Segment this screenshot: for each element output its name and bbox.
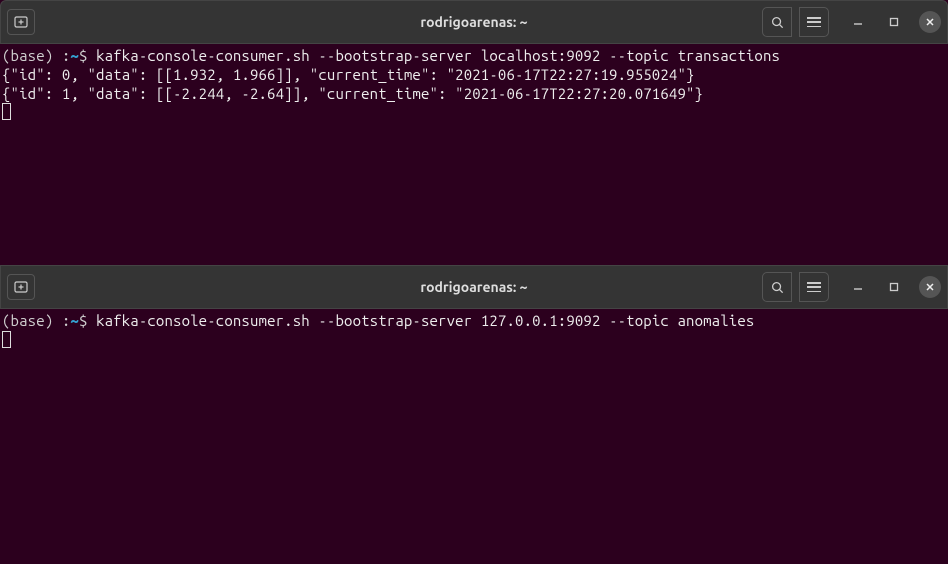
command-text: kafka-console-consumer.sh --bootstrap-se…	[96, 47, 780, 64]
new-tab-button[interactable]	[7, 9, 35, 35]
search-button[interactable]	[762, 7, 792, 37]
menu-button[interactable]	[799, 272, 829, 302]
prompt-dollar: $	[79, 47, 96, 64]
titlebar-top: rodrigoarenas: ~	[0, 0, 948, 44]
window-controls	[847, 276, 941, 298]
output-line: {"id": 1, "data": [[-2.244, -2.64]], "cu…	[2, 85, 703, 102]
minimize-icon	[853, 17, 863, 27]
prompt-base: (base) :	[2, 312, 70, 329]
new-tab-icon	[13, 279, 29, 295]
maximize-icon	[889, 17, 899, 27]
minimize-button[interactable]	[847, 11, 869, 33]
cursor	[2, 103, 11, 120]
hamburger-icon	[807, 282, 821, 292]
terminal-body-top[interactable]: (base) :~$ kafka-console-consumer.sh --b…	[0, 44, 948, 265]
prompt-tilde: ~	[70, 312, 79, 329]
hamburger-icon	[807, 17, 821, 27]
search-button[interactable]	[762, 272, 792, 302]
prompt-dollar: $	[79, 312, 96, 329]
close-icon	[925, 17, 935, 27]
new-tab-button[interactable]	[7, 274, 35, 300]
close-button[interactable]	[919, 11, 941, 33]
window-title: rodrigoarenas: ~	[420, 14, 527, 30]
terminal-window-bottom: rodrigoarenas: ~	[0, 265, 948, 564]
close-button[interactable]	[919, 276, 941, 298]
new-tab-icon	[13, 14, 29, 30]
minimize-button[interactable]	[847, 276, 869, 298]
window-title: rodrigoarenas: ~	[420, 279, 527, 295]
maximize-icon	[889, 282, 899, 292]
search-icon	[770, 280, 785, 295]
minimize-icon	[853, 282, 863, 292]
command-text: kafka-console-consumer.sh --bootstrap-se…	[96, 312, 754, 329]
menu-button[interactable]	[799, 7, 829, 37]
output-line: {"id": 0, "data": [[1.932, 1.966]], "cur…	[2, 66, 695, 83]
prompt-tilde: ~	[70, 47, 79, 64]
prompt-base: (base) :	[2, 47, 70, 64]
search-icon	[770, 15, 785, 30]
terminal-window-top: rodrigoarenas: ~	[0, 0, 948, 265]
cursor	[2, 331, 11, 348]
maximize-button[interactable]	[883, 11, 905, 33]
maximize-button[interactable]	[883, 276, 905, 298]
titlebar-controls-right	[762, 7, 941, 37]
close-icon	[925, 282, 935, 292]
window-controls	[847, 11, 941, 33]
terminal-body-bottom[interactable]: (base) :~$ kafka-console-consumer.sh --b…	[0, 309, 948, 564]
titlebar-bottom: rodrigoarenas: ~	[0, 265, 948, 309]
titlebar-controls-right	[762, 272, 941, 302]
